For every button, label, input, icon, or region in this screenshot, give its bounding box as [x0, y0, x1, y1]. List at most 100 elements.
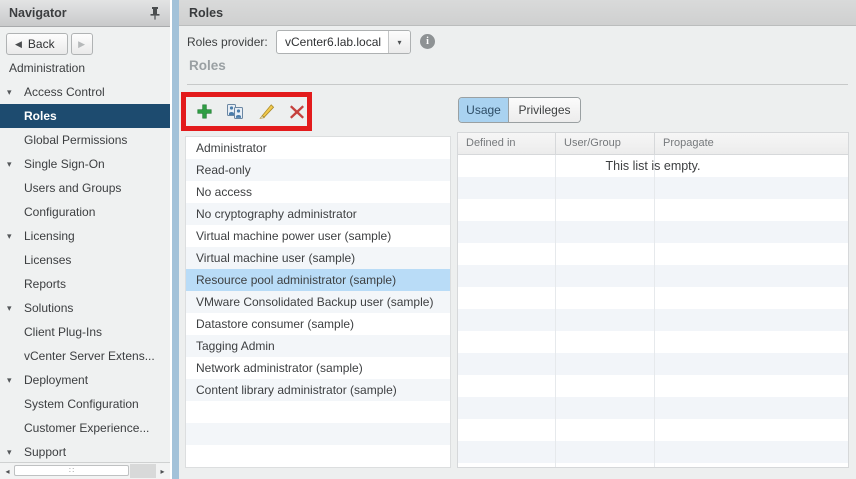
- usage-table-cell: [556, 331, 655, 353]
- usage-table-cell: [458, 221, 556, 243]
- usage-table-cell: [458, 331, 556, 353]
- role-row[interactable]: Datastore consumer (sample): [186, 313, 450, 335]
- role-name: Tagging Admin: [196, 339, 275, 353]
- role-name: Network administrator (sample): [196, 361, 363, 375]
- collapse-arrow-icon[interactable]: ▾: [7, 296, 12, 320]
- tab-privileges[interactable]: Privileges: [508, 98, 580, 122]
- chevron-down-icon[interactable]: ▾: [388, 31, 410, 53]
- sidebar-item-vcenter-server-extens[interactable]: vCenter Server Extens...: [0, 344, 170, 368]
- usage-table-cell: [655, 177, 848, 199]
- panel-divider[interactable]: [170, 0, 179, 479]
- navigator-panel: Navigator ◀ Back ▶ Administration ▾ Access…: [0, 0, 170, 479]
- usage-table-cell: [458, 397, 556, 419]
- edit-role-icon[interactable]: [257, 103, 275, 120]
- usage-table-cell: [556, 441, 655, 463]
- role-row[interactable]: Resource pool administrator (sample): [186, 269, 450, 291]
- collapse-arrow-icon[interactable]: ▾: [7, 224, 12, 248]
- grip-icon: ∷: [68, 465, 75, 475]
- usage-table-cell: [655, 221, 848, 243]
- navigator-hscrollbar[interactable]: ◂ ∷ ▸: [0, 462, 170, 479]
- sidebar-item-access-control[interactable]: ▾ Access Control: [0, 80, 170, 104]
- usage-table-cell: [458, 265, 556, 287]
- role-row[interactable]: Virtual machine power user (sample): [186, 225, 450, 247]
- roles-provider-dropdown[interactable]: vCenter6.lab.local ▾: [276, 30, 411, 54]
- sidebar-item-support[interactable]: ▾ Support: [0, 440, 170, 464]
- sidebar-item-label: vCenter Server Extens...: [24, 349, 155, 363]
- role-row[interactable]: No cryptography administrator: [186, 203, 450, 225]
- collapse-arrow-icon[interactable]: ▾: [7, 440, 12, 464]
- role-row[interactable]: Content library administrator (sample): [186, 379, 450, 401]
- usage-table-cell: [458, 199, 556, 221]
- collapse-arrow-icon[interactable]: ▾: [7, 152, 12, 176]
- usage-table-cell: [655, 243, 848, 265]
- role-row[interactable]: Virtual machine user (sample): [186, 247, 450, 269]
- sidebar-item-administration[interactable]: Administration: [0, 56, 170, 80]
- role-row[interactable]: Administrator: [186, 137, 450, 159]
- sidebar-item-label: Customer Experience...: [24, 421, 150, 435]
- collapse-arrow-icon[interactable]: ▾: [7, 80, 12, 104]
- sidebar-item-label: System Configuration: [24, 397, 139, 411]
- usage-table-cell: [458, 287, 556, 309]
- usage-table-cell: [556, 243, 655, 265]
- usage-table-row: [458, 419, 848, 441]
- role-name: Read-only: [196, 163, 251, 177]
- navigator-titlebar: Navigator: [0, 0, 170, 27]
- usage-table-cell: [556, 199, 655, 221]
- usage-table-row: [458, 199, 848, 221]
- usage-table-header: Defined in User/Group Propagate: [458, 133, 848, 155]
- role-row[interactable]: Tagging Admin: [186, 335, 450, 357]
- sidebar-item-system-configuration[interactable]: System Configuration: [0, 392, 170, 416]
- pin-icon[interactable]: [149, 6, 161, 20]
- sidebar-item-client-plug-ins[interactable]: Client Plug-Ins: [0, 320, 170, 344]
- role-row-empty[interactable]: [186, 423, 450, 445]
- usage-table-cell: [556, 375, 655, 397]
- usage-table-cell: [458, 177, 556, 199]
- annotation-highlight-rectangle: [181, 92, 312, 131]
- usage-table-cell: [556, 463, 655, 467]
- info-icon[interactable]: i: [420, 34, 435, 49]
- back-button[interactable]: ◀ Back: [6, 33, 68, 55]
- clone-role-icon[interactable]: [226, 103, 244, 120]
- sidebar-item-solutions[interactable]: ▾ Solutions: [0, 296, 170, 320]
- sidebar-item-users-and-groups[interactable]: Users and Groups: [0, 176, 170, 200]
- scrollbar-thumb[interactable]: ∷: [14, 465, 129, 476]
- column-header-defined-in[interactable]: Defined in: [458, 133, 556, 154]
- sidebar-item-customer-experience[interactable]: Customer Experience...: [0, 416, 170, 440]
- role-row[interactable]: Read-only: [186, 159, 450, 181]
- column-header-user-group[interactable]: User/Group: [556, 133, 655, 154]
- usage-table-row: [458, 375, 848, 397]
- scroll-right-icon[interactable]: ▸: [156, 463, 169, 479]
- sidebar-item-configuration[interactable]: Configuration: [0, 200, 170, 224]
- usage-table-cell: [458, 353, 556, 375]
- navigator-tree: Administration ▾ Access Control Roles Global…: [0, 56, 170, 464]
- forward-button[interactable]: ▶: [70, 33, 93, 55]
- sidebar-item-licensing[interactable]: ▾ Licensing: [0, 224, 170, 248]
- collapse-arrow-icon[interactable]: ▾: [7, 368, 12, 392]
- role-row[interactable]: No access: [186, 181, 450, 203]
- sidebar-item-global-permissions[interactable]: Global Permissions: [0, 128, 170, 152]
- column-header-propagate[interactable]: Propagate: [655, 133, 848, 154]
- sidebar-item-roles[interactable]: Roles: [0, 104, 170, 128]
- usage-table-cell: [458, 419, 556, 441]
- sidebar-item-reports[interactable]: Reports: [0, 272, 170, 296]
- delete-role-icon[interactable]: [288, 103, 306, 120]
- sidebar-item-single-sign-on[interactable]: ▾ Single Sign-On: [0, 152, 170, 176]
- sidebar-item-deployment[interactable]: ▾ Deployment: [0, 368, 170, 392]
- usage-table-cell: [655, 441, 848, 463]
- usage-table-cell: [458, 375, 556, 397]
- scroll-left-icon[interactable]: ◂: [1, 463, 14, 479]
- sidebar-item-label: Licensing: [24, 229, 75, 243]
- sidebar-item-licenses[interactable]: Licenses: [0, 248, 170, 272]
- usage-table-cell: [458, 243, 556, 265]
- role-row-empty[interactable]: [186, 445, 450, 467]
- scrollbar-track[interactable]: [130, 464, 156, 478]
- roles-content-panel: Roles Roles provider: vCenter6.lab.local…: [179, 0, 856, 479]
- role-row[interactable]: Network administrator (sample): [186, 357, 450, 379]
- sidebar-item-label: Support: [24, 445, 67, 459]
- add-role-icon[interactable]: [195, 103, 213, 120]
- role-row-empty[interactable]: [186, 401, 450, 423]
- role-row[interactable]: VMware Consolidated Backup user (sample): [186, 291, 450, 313]
- sidebar-item-label: Roles: [24, 109, 57, 123]
- role-name: Administrator: [196, 141, 267, 155]
- tab-usage[interactable]: Usage: [459, 98, 508, 122]
